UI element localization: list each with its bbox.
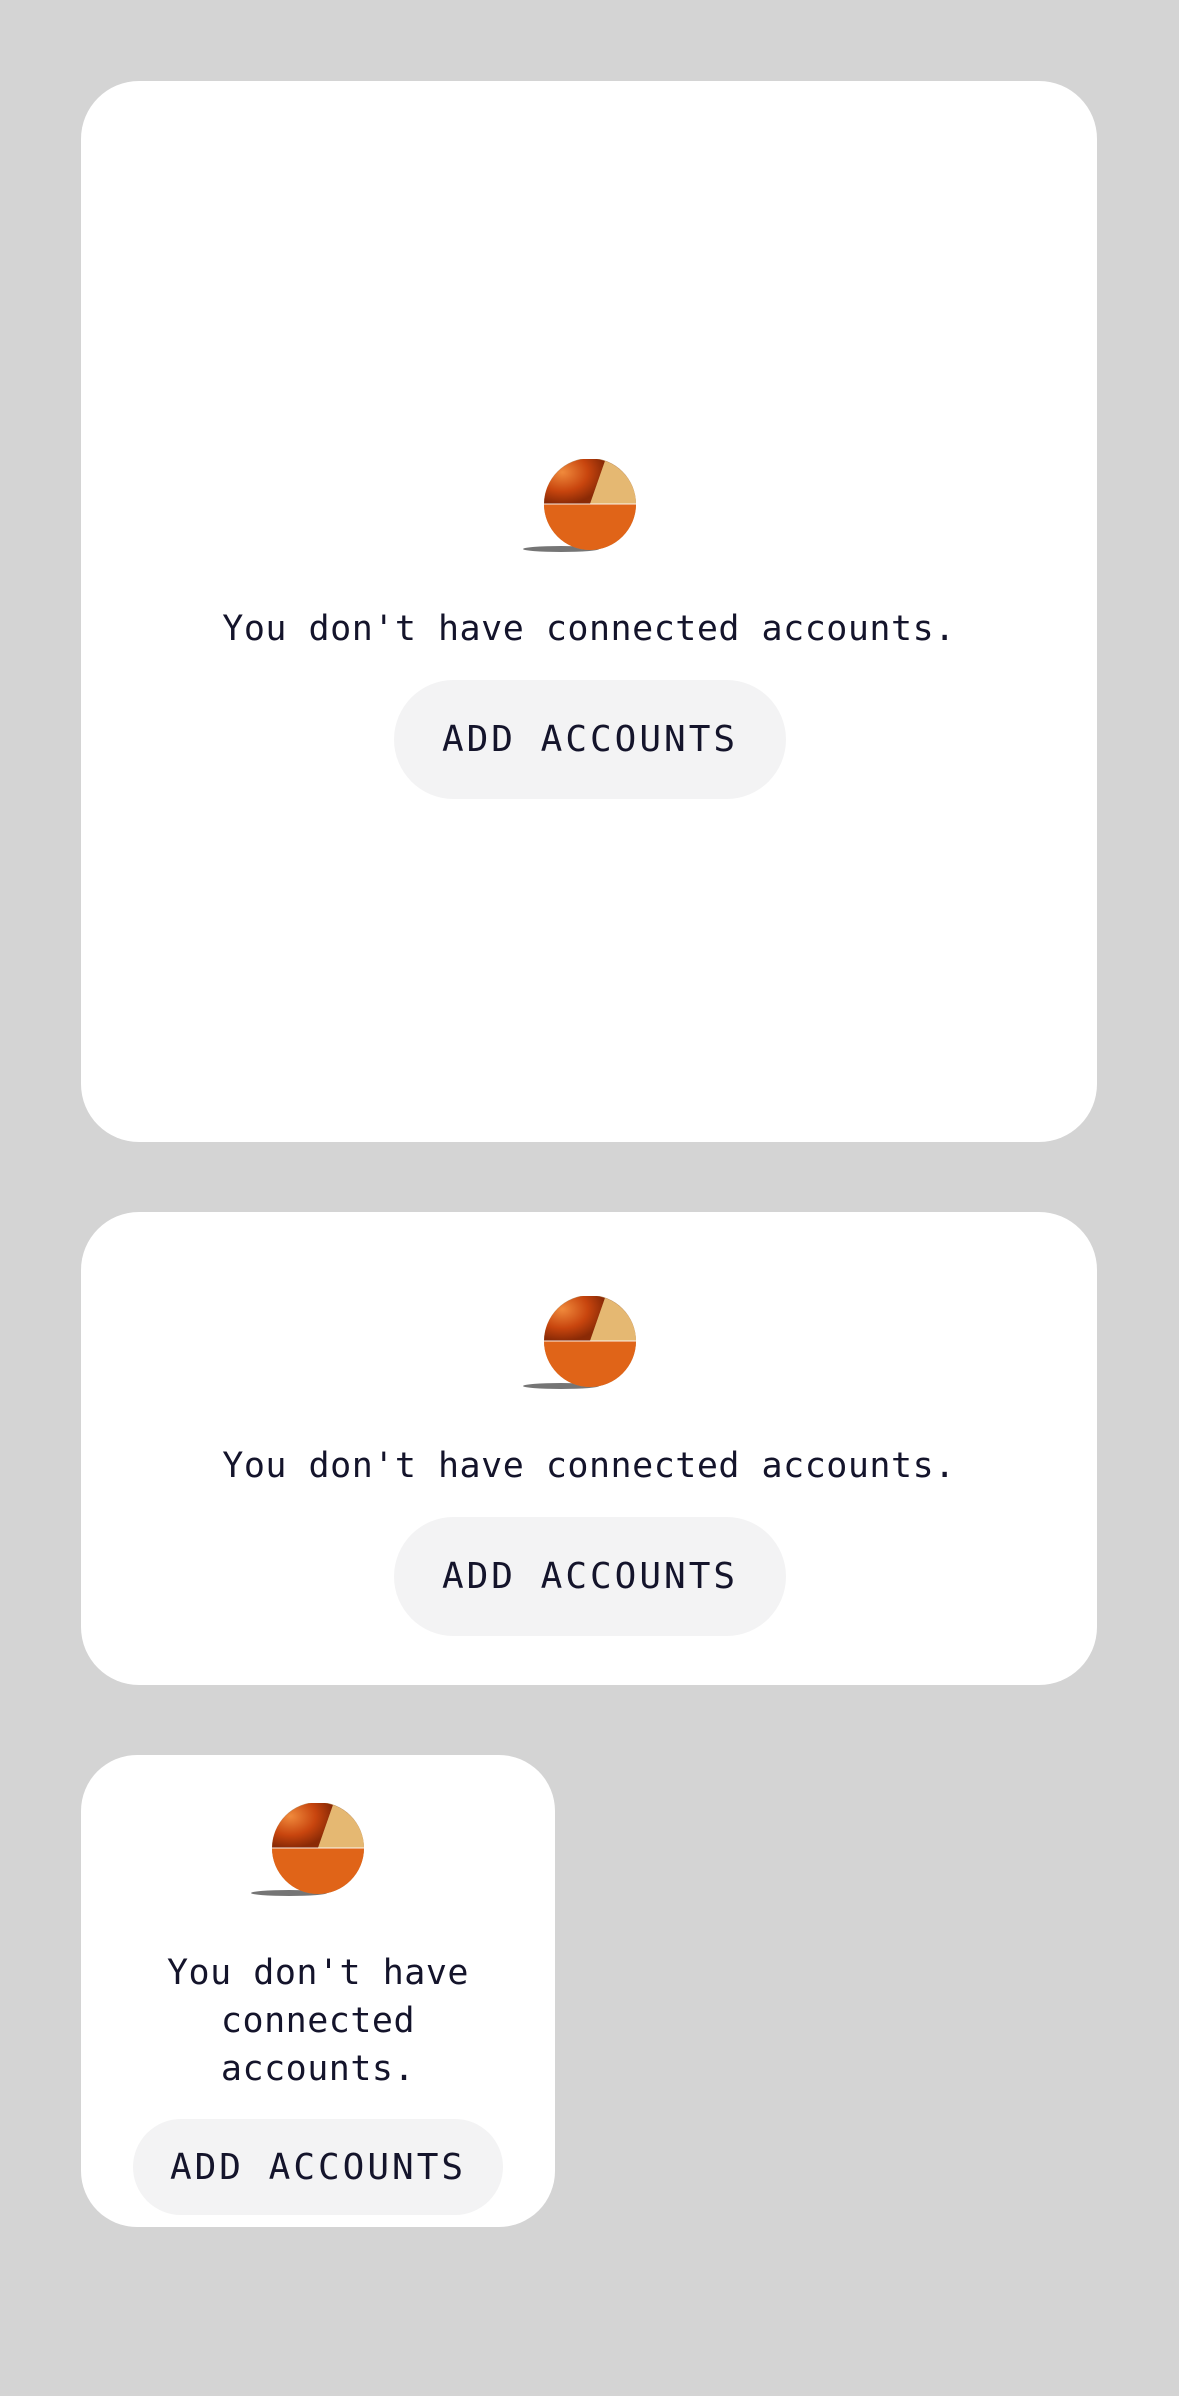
add-accounts-button[interactable]: ADD ACCOUNTS <box>394 680 786 799</box>
add-accounts-button[interactable]: ADD ACCOUNTS <box>133 2119 503 2215</box>
pie-chart-icon <box>249 1803 371 1903</box>
empty-state-message: You don't have connected accounts. <box>166 1953 469 2089</box>
empty-accounts-card-large: You don't have connected accounts. ADD A… <box>81 81 1097 1142</box>
empty-accounts-card-medium: You don't have connected accounts. ADD A… <box>81 1212 1097 1685</box>
empty-accounts-card-small: You don't have connected accounts. ADD A… <box>81 1755 555 2227</box>
add-accounts-button[interactable]: ADD ACCOUNTS <box>394 1517 786 1636</box>
pie-chart-icon <box>521 1296 643 1396</box>
empty-state-message: You don't have connected accounts. <box>222 609 956 649</box>
pie-chart-icon <box>521 459 643 559</box>
empty-state-message: You don't have connected accounts. <box>222 1446 956 1486</box>
